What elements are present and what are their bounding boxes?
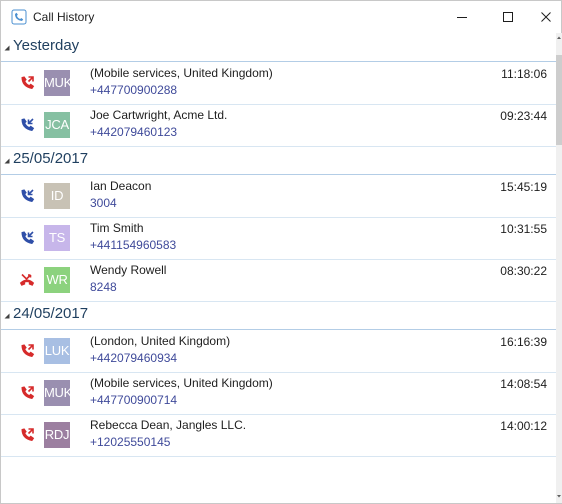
contact-avatar[interactable]: JCA bbox=[44, 112, 70, 138]
window-title: Call History bbox=[33, 10, 95, 24]
phone-number[interactable]: +12025550145 bbox=[90, 435, 170, 449]
close-button[interactable] bbox=[531, 1, 561, 33]
contact-name: (London, United Kingdom) bbox=[90, 334, 231, 348]
group-header[interactable]: 24/05/2017 bbox=[1, 301, 556, 330]
contact-name: (Mobile services, United Kingdom) bbox=[90, 376, 273, 390]
outgoing-call-icon bbox=[21, 428, 35, 442]
call-row[interactable]: WR Wendy Rowell 8248 08:30:22 bbox=[1, 259, 556, 302]
incoming-call-icon bbox=[21, 231, 35, 245]
contact-name: Wendy Rowell bbox=[90, 263, 167, 277]
call-time: 14:08:54 bbox=[500, 377, 547, 391]
close-icon bbox=[541, 12, 551, 22]
group-header[interactable]: Yesterday bbox=[1, 33, 556, 62]
outgoing-call-icon bbox=[21, 76, 35, 90]
call-time: 15:45:19 bbox=[500, 180, 547, 194]
collapse-caret-icon[interactable] bbox=[4, 158, 10, 164]
call-time: 09:23:44 bbox=[500, 109, 547, 123]
contact-avatar[interactable]: LUK bbox=[44, 338, 70, 364]
contact-avatar[interactable]: MUK bbox=[44, 70, 70, 96]
phone-number[interactable]: +441154960583 bbox=[90, 238, 176, 252]
contact-avatar[interactable]: RDJ bbox=[44, 422, 70, 448]
contact-name: (Mobile services, United Kingdom) bbox=[90, 66, 273, 80]
contact-avatar[interactable]: TS bbox=[44, 225, 70, 251]
phone-number[interactable]: +447700900288 bbox=[90, 83, 177, 97]
contact-avatar[interactable]: ID bbox=[44, 183, 70, 209]
scroll-down-arrow-icon[interactable] bbox=[556, 493, 562, 499]
contact-avatar[interactable]: WR bbox=[44, 267, 70, 293]
outgoing-call-icon bbox=[21, 386, 35, 400]
call-history-window: Call History Yesterday MUK (Mobile service… bbox=[0, 0, 562, 504]
minimize-icon bbox=[457, 17, 467, 18]
maximize-icon bbox=[503, 12, 513, 22]
contact-name: Ian Deacon bbox=[90, 179, 152, 193]
collapse-caret-icon[interactable] bbox=[4, 313, 10, 319]
call-row[interactable]: MUK (Mobile services, United Kingdom) +447… bbox=[1, 62, 556, 105]
phone-number[interactable]: +442079460123 bbox=[90, 125, 177, 139]
call-time: 14:00:12 bbox=[500, 419, 547, 433]
contact-avatar[interactable]: MUK bbox=[44, 380, 70, 406]
missed-call-icon bbox=[19, 273, 35, 286]
vertical-scrollbar[interactable] bbox=[556, 33, 562, 503]
phone-number[interactable]: 8248 bbox=[90, 280, 117, 294]
app-phone-icon bbox=[11, 9, 27, 25]
contact-name: Joe Cartwright, Acme Ltd. bbox=[90, 108, 228, 122]
call-time: 08:30:22 bbox=[500, 264, 547, 278]
group-header[interactable]: 25/05/2017 bbox=[1, 146, 556, 175]
call-row[interactable]: LUK (London, United Kingdom) +442079460934… bbox=[1, 330, 556, 373]
title-bar[interactable]: Call History bbox=[1, 1, 561, 33]
call-row[interactable]: MUK (Mobile services, United Kingdom) +447… bbox=[1, 372, 556, 415]
incoming-call-icon bbox=[21, 118, 35, 132]
phone-number[interactable]: 3004 bbox=[90, 196, 117, 210]
call-row[interactable]: TS Tim Smith +441154960583 10:31:55 bbox=[1, 217, 556, 260]
minimize-button[interactable] bbox=[439, 1, 485, 33]
call-list[interactable]: Yesterday MUK (Mobile services, United Kin… bbox=[1, 33, 556, 503]
phone-number[interactable]: +447700900714 bbox=[90, 393, 177, 407]
call-row[interactable]: ID Ian Deacon 3004 15:45:19 bbox=[1, 175, 556, 218]
call-row[interactable]: RDJ Rebecca Dean, Jangles LLC. +1202555014… bbox=[1, 414, 556, 457]
call-time: 10:31:55 bbox=[500, 222, 547, 236]
group-label: 24/05/2017 bbox=[13, 305, 89, 322]
outgoing-call-icon bbox=[21, 344, 35, 358]
maximize-button[interactable] bbox=[485, 1, 531, 33]
scroll-up-arrow-icon[interactable] bbox=[556, 35, 562, 41]
collapse-caret-icon[interactable] bbox=[4, 45, 10, 51]
call-row[interactable]: JCA Joe Cartwright, Acme Ltd. +44207946012… bbox=[1, 104, 556, 147]
scrollbar-thumb[interactable] bbox=[556, 55, 562, 145]
contact-name: Rebecca Dean, Jangles LLC. bbox=[90, 418, 247, 432]
contact-name: Tim Smith bbox=[90, 221, 144, 235]
group-label: Yesterday bbox=[13, 37, 80, 54]
call-time: 16:16:39 bbox=[500, 335, 547, 349]
incoming-call-icon bbox=[21, 189, 35, 203]
group-label: 25/05/2017 bbox=[13, 150, 89, 167]
call-time: 11:18:06 bbox=[501, 67, 547, 81]
phone-number[interactable]: +442079460934 bbox=[90, 351, 177, 365]
